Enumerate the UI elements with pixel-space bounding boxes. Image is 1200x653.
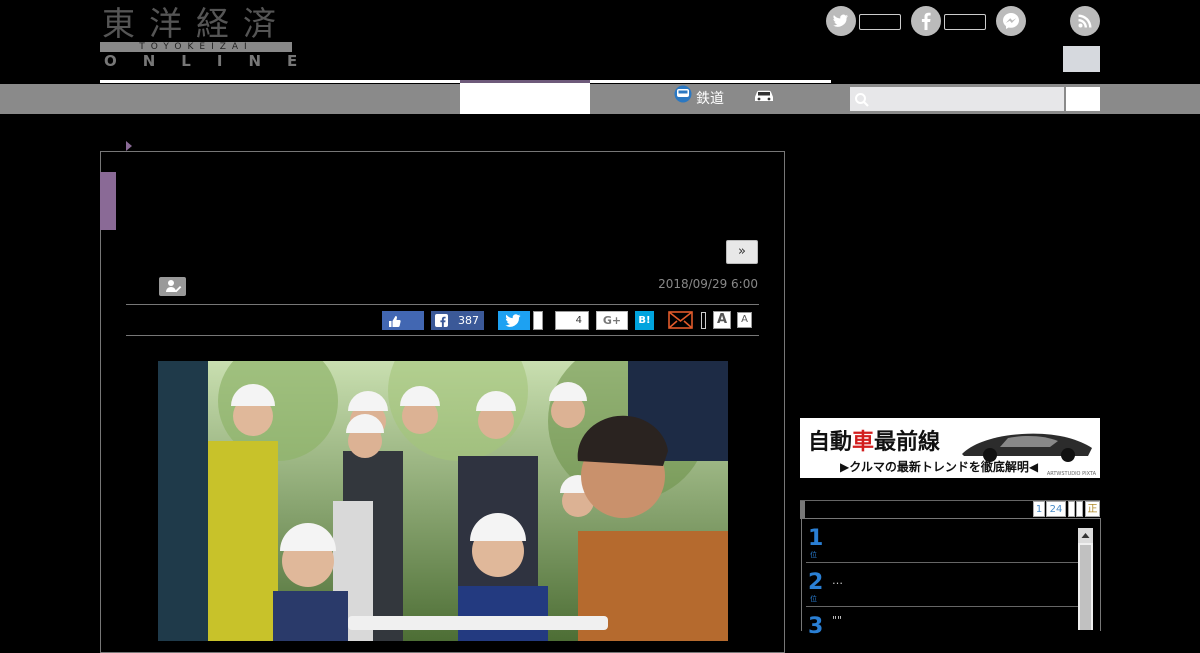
site-logo[interactable]: 東洋経済 bbox=[102, 4, 290, 44]
ranking-item[interactable]: 3 "" bbox=[806, 612, 1078, 639]
rank-number: 1 bbox=[808, 526, 824, 551]
ranking-scrollbar[interactable] bbox=[1078, 528, 1093, 630]
ranking-item[interactable]: 1 位 bbox=[806, 526, 1078, 563]
font-size-small-button[interactable]: A bbox=[737, 312, 752, 328]
thumbs-up-icon bbox=[388, 313, 401, 332]
share-divider bbox=[701, 312, 706, 329]
scrollbar-thumb[interactable] bbox=[1080, 545, 1091, 630]
search-button[interactable] bbox=[1066, 87, 1100, 111]
logo-band: TOYOKEIZAI bbox=[100, 42, 292, 52]
facebook-square-icon bbox=[435, 314, 448, 327]
twitter-icon[interactable] bbox=[826, 6, 856, 36]
ranking-page-24[interactable]: 24 bbox=[1046, 501, 1066, 517]
scroll-up-icon[interactable] bbox=[1078, 528, 1093, 543]
messenger-icon[interactable] bbox=[996, 6, 1026, 36]
rank-title: … bbox=[832, 574, 843, 587]
rank-number: 2 bbox=[808, 570, 824, 595]
car-image bbox=[962, 433, 1092, 462]
twitter-bird-icon bbox=[505, 313, 521, 332]
rank-unit: 位 bbox=[810, 551, 817, 559]
facebook-share-count: 387 bbox=[458, 314, 479, 327]
mail-icon[interactable] bbox=[668, 311, 693, 333]
nav-item-label: 鉄道 bbox=[696, 91, 724, 107]
search-input[interactable] bbox=[850, 87, 1064, 111]
ranking-page-tab[interactable] bbox=[1076, 501, 1083, 517]
rank-unit: 位 bbox=[810, 595, 817, 603]
nav-item-auto[interactable] bbox=[752, 84, 780, 114]
share-divider-top bbox=[126, 304, 759, 305]
header-menu-button[interactable] bbox=[1063, 46, 1100, 72]
facebook-count bbox=[944, 14, 986, 30]
ranking-page-tab[interactable] bbox=[1068, 501, 1075, 517]
twitter-share-count bbox=[533, 311, 543, 330]
title-accent-bar bbox=[100, 172, 116, 230]
facebook-icon[interactable] bbox=[911, 6, 941, 36]
publish-date: 2018/09/29 6:00 bbox=[658, 277, 758, 291]
hatena-bookmark-button[interactable]: B! bbox=[635, 311, 654, 330]
share-divider-bottom bbox=[126, 335, 759, 336]
rank-title: "" bbox=[832, 614, 843, 627]
auto-frontline-banner[interactable]: 自動車最前線 ▶クルマの最新トレンドを徹底解明◀ ARTWSTUDIO PIXT… bbox=[800, 418, 1100, 478]
logo-online: ONLINE bbox=[104, 52, 324, 70]
nav-tab-active[interactable] bbox=[460, 80, 590, 114]
rss-icon[interactable] bbox=[1070, 6, 1100, 36]
author-icon[interactable] bbox=[159, 277, 186, 296]
twitter-count bbox=[859, 14, 901, 30]
next-page-button[interactable]: » bbox=[726, 240, 758, 264]
font-size-large-button[interactable]: A bbox=[713, 311, 731, 329]
ranking-page-1[interactable]: 1 bbox=[1033, 501, 1045, 517]
ranking-item[interactable]: 2 位 … bbox=[806, 570, 1078, 607]
ranking-page-tab[interactable]: 正 bbox=[1085, 501, 1100, 517]
like-button[interactable] bbox=[382, 311, 424, 330]
pocket-count: 4 bbox=[555, 311, 589, 330]
train-icon bbox=[674, 84, 692, 114]
banner-credit: ARTWSTUDIO PIXTA bbox=[1046, 471, 1096, 477]
article-photo bbox=[158, 361, 728, 641]
facebook-share-button[interactable]: 387 bbox=[431, 311, 484, 330]
twitter-share-button[interactable] bbox=[498, 311, 530, 330]
google-plus-button[interactable]: G+ bbox=[596, 311, 628, 330]
rank-number: 3 bbox=[808, 614, 824, 639]
banner-title: 自動車最前線 bbox=[808, 430, 941, 455]
search-icon bbox=[854, 92, 870, 112]
car-icon bbox=[752, 84, 776, 114]
nav-item-railway[interactable]: 鉄道 bbox=[674, 84, 724, 114]
